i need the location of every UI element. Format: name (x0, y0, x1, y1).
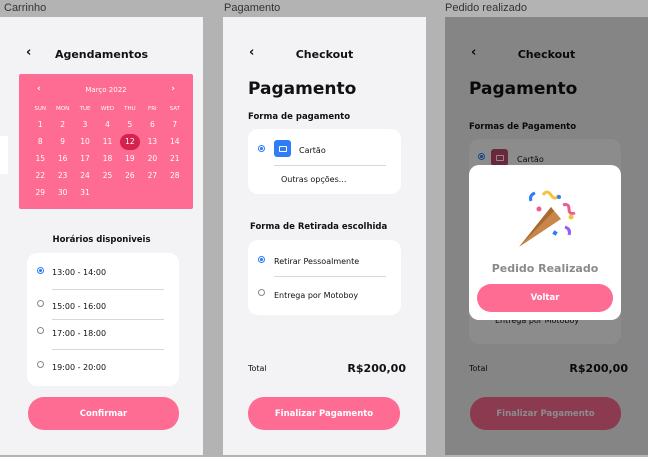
calendar-day[interactable]: 11 (96, 133, 118, 150)
section-heading: Pagamento (248, 79, 357, 99)
calendar-day[interactable]: 13 (141, 133, 163, 150)
slots-card: 13:00 - 14:00 15:00 - 16:00 17:00 - 18:0… (27, 253, 179, 386)
order-done-screen: ‹ Checkout Pagamento Formas de Pagamento… (445, 17, 648, 455)
calendar-day[interactable]: 26 (119, 167, 141, 184)
calendar-day-label: 12 (125, 137, 135, 146)
weekday-label: WED (100, 106, 115, 112)
calendar-day[interactable]: 15 (29, 150, 51, 167)
weekday-label: SUN (34, 106, 47, 112)
page-title: Checkout (295, 48, 354, 61)
slot-label-2[interactable]: 15:00 - 16:00 (52, 302, 106, 311)
calendar-grid: SUN MON TUE WED THU FRI SAT 1 2 3 4 5 6 7 8 9 10 11 12 13 14… (29, 102, 186, 201)
slot-radio-4[interactable] (37, 361, 44, 368)
frame-label-pedido: Pedido realizado (445, 2, 527, 14)
calendar-day[interactable]: 14 (164, 133, 186, 150)
slot-radio-3[interactable] (37, 327, 44, 334)
page-title: Agendamentos (54, 48, 149, 61)
divider (274, 276, 386, 277)
payment-card-label[interactable]: Cartão (299, 146, 326, 155)
slots-title: Horários disponiveis (52, 235, 151, 245)
calendar-month: Março 2022 (85, 86, 127, 94)
payment-radio-card[interactable] (258, 145, 265, 152)
pickup-title: Forma de Retirada escolhida (250, 222, 388, 232)
calendar-day[interactable]: 20 (141, 150, 163, 167)
modal-title: Pedido Realizado (491, 262, 599, 275)
finish-payment-button[interactable]: Finalizar Pagamento (248, 397, 400, 430)
checkout-screen: ‹ Checkout Pagamento Forma de pagamento … (223, 17, 426, 455)
calendar: ‹ Março 2022 › SUN MON TUE WED THU FRI SAT 1 2 3 4… (19, 74, 193, 209)
back-button[interactable]: Voltar (477, 284, 613, 312)
divider (274, 165, 386, 166)
weekday-label: TUE (79, 106, 91, 112)
other-options-link[interactable]: Outras opções... (281, 175, 346, 184)
confirm-button[interactable]: Confirmar (28, 397, 179, 430)
order-success-modal: Pedido Realizado Voltar (469, 165, 621, 320)
calendar-day[interactable]: 6 (141, 116, 163, 133)
calendar-day[interactable]: 23 (51, 167, 73, 184)
weekday-label: FRI (148, 106, 157, 112)
weekday-label: THU (124, 106, 136, 112)
calendar-day[interactable]: 3 (74, 116, 96, 133)
calendar-day[interactable]: 27 (141, 167, 163, 184)
weekday-label: SAT (169, 106, 180, 112)
credit-card-icon (274, 140, 291, 157)
calendar-day[interactable]: 25 (96, 167, 118, 184)
divider (52, 349, 164, 350)
calendar-day[interactable]: 10 (74, 133, 96, 150)
side-panel-stub (0, 136, 8, 174)
calendar-next-icon[interactable]: › (171, 84, 175, 94)
divider (52, 289, 164, 290)
calendar-day[interactable]: 16 (51, 150, 73, 167)
calendar-day[interactable]: 17 (74, 150, 96, 167)
calendar-day[interactable]: 28 (164, 167, 186, 184)
weekday-label: MON (56, 106, 70, 112)
calendar-day[interactable]: 7 (164, 116, 186, 133)
calendar-day[interactable]: 22 (29, 167, 51, 184)
pickup-radio-1[interactable] (258, 256, 265, 263)
payment-card: Cartão Outras opções... (248, 129, 401, 194)
frame-label-carrinho: Carrinho (4, 2, 47, 14)
slot-label-1[interactable]: 13:00 - 14:00 (52, 268, 106, 277)
payment-title: Forma de pagamento (248, 112, 351, 122)
slot-label-4[interactable]: 19:00 - 20:00 (52, 363, 106, 372)
pickup-option-2[interactable]: Entrega por Motoboy (274, 291, 358, 300)
calendar-day[interactable]: 1 (29, 116, 51, 133)
calendar-day[interactable]: 2 (51, 116, 73, 133)
calendar-day[interactable]: 4 (96, 116, 118, 133)
calendar-day[interactable]: 31 (74, 184, 96, 201)
calendar-day[interactable]: 29 (29, 184, 51, 201)
calendar-day[interactable]: 18 (96, 150, 118, 167)
frame-label-pagamento: Pagamento (224, 2, 281, 14)
calendar-day[interactable]: 21 (164, 150, 186, 167)
divider (52, 319, 164, 320)
pickup-radio-2[interactable] (258, 289, 265, 296)
pickup-card: Retirar Pessoalmente Entrega por Motoboy (248, 240, 401, 315)
pickup-option-1[interactable]: Retirar Pessoalmente (274, 257, 359, 266)
calendar-day-selected[interactable]: 12 (119, 133, 141, 150)
slot-radio-1[interactable] (37, 267, 44, 274)
slot-label-3[interactable]: 17:00 - 18:00 (52, 329, 106, 338)
slot-radio-2[interactable] (37, 300, 44, 307)
schedule-screen: ‹ Agendamentos ‹ Março 2022 › SUN MON TUE W… (0, 17, 203, 455)
total-value: R$200,00 (347, 362, 406, 375)
calendar-day[interactable]: 19 (119, 150, 141, 167)
calendar-day[interactable]: 9 (51, 133, 73, 150)
total-label: Total (248, 364, 267, 373)
calendar-day[interactable]: 24 (74, 167, 96, 184)
party-popper-icon (519, 190, 576, 247)
calendar-day[interactable]: 5 (119, 116, 141, 133)
calendar-day[interactable]: 30 (51, 184, 73, 201)
calendar-day[interactable]: 8 (29, 133, 51, 150)
